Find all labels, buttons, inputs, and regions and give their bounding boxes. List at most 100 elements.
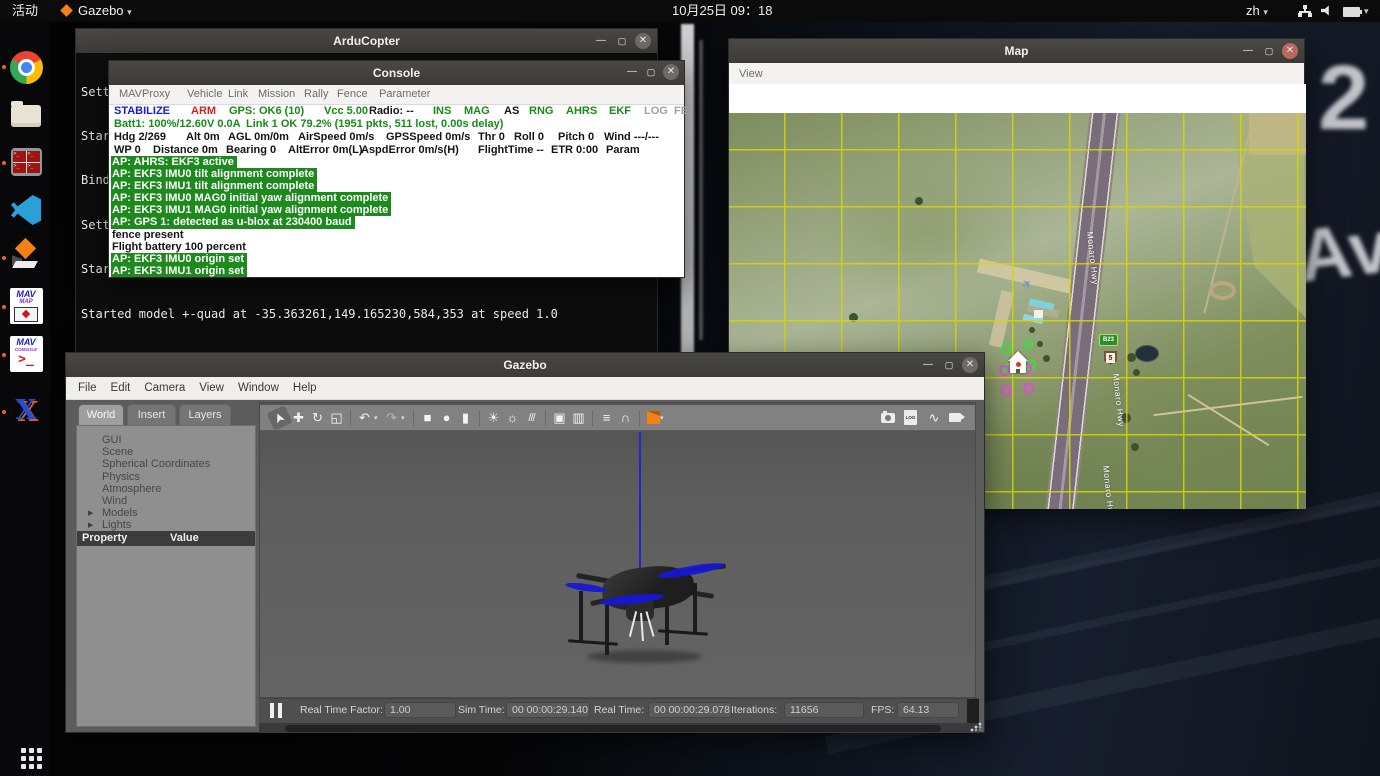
focused-app-menu[interactable]: Gazebo ▾ <box>62 0 132 22</box>
caret-down-icon[interactable]: ▾ <box>1364 0 1369 22</box>
dock-item-vscode[interactable] <box>8 192 44 228</box>
console-titlebar[interactable]: Console — ▢ ✕ <box>109 61 684 85</box>
gazebo-3d-viewport[interactable]: ➤ ✚ ↻ ◱ ↶ ▾ ↷ ▾ ■ ● ▮ ☀ ☼ /// ▣ ▥ <box>259 402 976 698</box>
tab-layers[interactable]: Layers <box>179 404 231 425</box>
redo-icon[interactable]: ↷ <box>382 408 401 428</box>
show-applications-grid-icon <box>21 748 42 769</box>
copy-icon[interactable]: ▣ <box>550 408 569 428</box>
menu-mavproxy[interactable]: MAVProxy <box>119 88 170 100</box>
scrollbar-thumb[interactable] <box>285 725 941 732</box>
menu-mission[interactable]: Mission <box>258 88 295 100</box>
sim-time-label: Sim Time: <box>458 704 505 716</box>
screenshot-icon[interactable] <box>881 413 895 423</box>
rotate-tool-icon[interactable]: ↻ <box>308 408 327 428</box>
maximize-icon[interactable]: ▢ <box>643 64 659 80</box>
pause-icon[interactable] <box>270 703 284 718</box>
menu-vehicle[interactable]: Vehicle <box>187 88 222 100</box>
dock-item-mav-console[interactable]: MAV CONSOLE >_ <box>8 336 44 372</box>
close-icon[interactable]: ✕ <box>635 33 651 49</box>
minimize-icon[interactable]: — <box>624 64 640 80</box>
x-application-icon: XX <box>16 397 37 424</box>
statusbar-expander[interactable] <box>967 699 979 723</box>
minimize-icon[interactable]: — <box>1240 43 1256 59</box>
dock-item-files[interactable] <box>8 98 44 134</box>
maximize-icon[interactable]: ▢ <box>614 33 630 49</box>
tab-world[interactable]: World <box>78 404 124 425</box>
snap-icon[interactable]: ∩ <box>616 408 635 428</box>
battery-icon[interactable] <box>1343 7 1360 17</box>
close-icon[interactable]: ✕ <box>663 64 679 80</box>
menu-window[interactable]: Window <box>238 382 279 394</box>
menu-file[interactable]: File <box>78 382 97 394</box>
paste-icon[interactable]: ▥ <box>569 408 588 428</box>
tree-item-physics[interactable]: Physics <box>77 471 255 483</box>
menu-rally[interactable]: Rally <box>304 88 328 100</box>
resize-grip[interactable] <box>969 721 983 733</box>
value-column-header[interactable]: Value <box>170 532 199 544</box>
fps-label: FPS: <box>871 704 894 716</box>
minimize-icon[interactable]: — <box>920 357 936 373</box>
tree-item-wind[interactable]: Wind <box>77 495 255 507</box>
building-editor-icon[interactable] <box>647 411 660 424</box>
activities-button[interactable]: 活动 <box>12 0 38 22</box>
translate-tool-icon[interactable]: ✚ <box>289 408 308 428</box>
menu-link[interactable]: Link <box>228 88 248 100</box>
tree <box>1029 327 1035 333</box>
dock-item-mav-map[interactable]: MAV MAP <box>8 288 44 324</box>
tree-item-atmosphere[interactable]: Atmosphere <box>77 483 255 495</box>
cylinder-shape-icon[interactable]: ▮ <box>456 408 475 428</box>
undo-icon[interactable]: ↶ <box>355 408 374 428</box>
menu-parameter[interactable]: Parameter <box>379 88 430 100</box>
box-shape-icon[interactable]: ■ <box>418 408 437 428</box>
menu-view[interactable]: View <box>739 68 763 80</box>
minimize-icon[interactable]: — <box>593 33 609 49</box>
tree-item-scene[interactable]: Scene <box>77 446 255 458</box>
console-message: AP: EKF3 IMU0 MAG0 initial yaw alignment… <box>111 192 391 204</box>
tab-insert[interactable]: Insert <box>127 404 176 425</box>
undo-history-icon[interactable]: ▾ <box>374 414 382 422</box>
sphere-shape-icon[interactable]: ● <box>437 408 456 428</box>
menu-help[interactable]: Help <box>293 382 317 394</box>
terminal-titlebar[interactable]: ArduCopter — ▢ ✕ <box>76 29 657 53</box>
terminal-window-title: ArduCopter <box>333 34 400 48</box>
building-editor-caret-icon[interactable]: ▾ <box>660 414 668 422</box>
tree-item-spherical-coordinates[interactable]: Spherical Coordinates <box>77 458 255 470</box>
show-applications-button[interactable] <box>13 740 49 776</box>
console-message-log[interactable]: AP: AHRS: EKF3 active AP: EKF3 IMU0 tilt… <box>111 156 684 277</box>
data-logger-icon[interactable]: LOG <box>904 410 917 425</box>
directional-light-icon[interactable]: /// <box>522 408 541 428</box>
desktop: 2 Ave Map — ▢ ✕ View ✈ <box>0 0 1380 776</box>
menu-edit[interactable]: Edit <box>111 382 131 394</box>
dock-item-chrome[interactable] <box>8 49 44 85</box>
drone-skid <box>568 639 618 645</box>
tree <box>1043 355 1050 362</box>
menu-fence[interactable]: Fence <box>337 88 368 100</box>
plot-icon[interactable]: ∿ <box>926 408 942 428</box>
volume-icon[interactable] <box>1321 5 1334 17</box>
video-record-icon[interactable] <box>949 413 961 422</box>
horizontal-scrollbar[interactable] <box>259 723 979 733</box>
point-light-icon[interactable]: ☀ <box>484 408 503 428</box>
input-method-indicator[interactable]: zh ▾ <box>1246 0 1268 22</box>
network-icon[interactable] <box>1298 5 1312 17</box>
dock-item-x-application[interactable]: XX <box>8 392 44 428</box>
menu-view[interactable]: View <box>199 382 224 394</box>
clock[interactable]: 10月25日 09：18 <box>672 0 772 22</box>
gazebo-titlebar[interactable]: Gazebo — ▢ ✕ <box>66 353 984 377</box>
align-icon[interactable]: ≡ <box>597 408 616 428</box>
spot-light-icon[interactable]: ☼ <box>503 408 522 428</box>
maximize-icon[interactable]: ▢ <box>1261 43 1277 59</box>
dock-item-gazebo[interactable] <box>8 239 44 275</box>
terminal-line: Started model +-quad at -35.363261,149.1… <box>81 307 656 322</box>
scale-tool-icon[interactable]: ◱ <box>327 408 346 428</box>
close-icon[interactable]: ✕ <box>1282 43 1298 59</box>
close-icon[interactable]: ✕ <box>962 357 978 373</box>
menu-camera[interactable]: Camera <box>144 382 185 394</box>
dock-item-terminator[interactable]: >_>_>_>_ <box>8 144 44 180</box>
tree-item-models[interactable]: ▶Models <box>77 507 255 519</box>
tree-item-gui[interactable]: GUI <box>77 434 255 446</box>
maximize-icon[interactable]: ▢ <box>941 357 957 373</box>
property-column-header[interactable]: Property <box>82 532 127 544</box>
map-titlebar[interactable]: Map — ▢ ✕ <box>729 39 1304 63</box>
redo-history-icon[interactable]: ▾ <box>401 414 409 422</box>
